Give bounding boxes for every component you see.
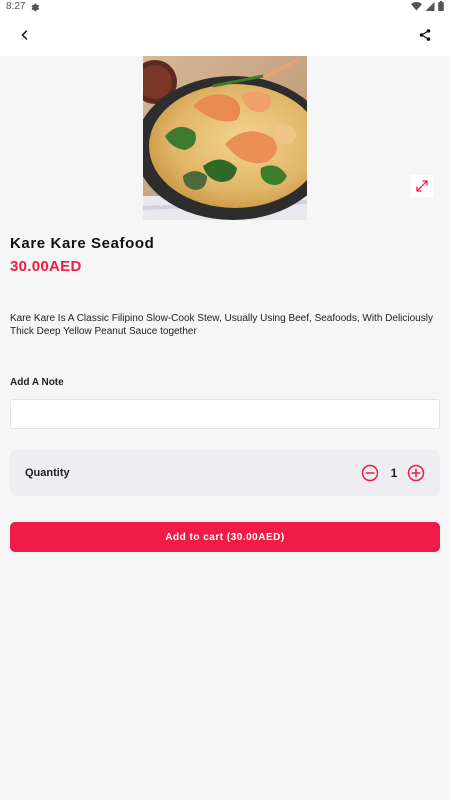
expand-icon (416, 180, 428, 192)
note-label: Add A Note (10, 377, 64, 388)
add-to-cart-button[interactable]: Add to cart (30.00AED) (10, 522, 440, 552)
chevron-left-icon (21, 30, 28, 40)
expand-image-button[interactable] (411, 175, 433, 197)
settings-icon (31, 3, 40, 12)
battery-icon (438, 1, 444, 11)
quantity-label: Quantity (25, 467, 70, 479)
share-icon (419, 29, 431, 41)
back-button[interactable] (14, 24, 36, 46)
wifi-icon (411, 1, 422, 11)
share-button[interactable] (414, 24, 436, 46)
quantity-box: Quantity 1 (10, 450, 440, 496)
signal-icon (425, 1, 435, 11)
status-bar: 8:27 (0, 0, 450, 14)
app-bar (0, 14, 450, 56)
minus-circle-icon[interactable] (361, 464, 379, 482)
plus-circle-icon[interactable] (407, 464, 425, 482)
note-input[interactable] (10, 399, 440, 429)
product-description: Kare Kare Is A Classic Filipino Slow-Coo… (10, 313, 433, 337)
food-photo (143, 56, 307, 220)
product-price: 30.00AED (10, 258, 82, 275)
product-image (143, 56, 307, 220)
status-icons (411, 1, 444, 11)
status-time: 8:27 (6, 1, 26, 12)
quantity-value: 1 (390, 466, 398, 480)
product-title: Kare Kare Seafood (10, 235, 155, 252)
